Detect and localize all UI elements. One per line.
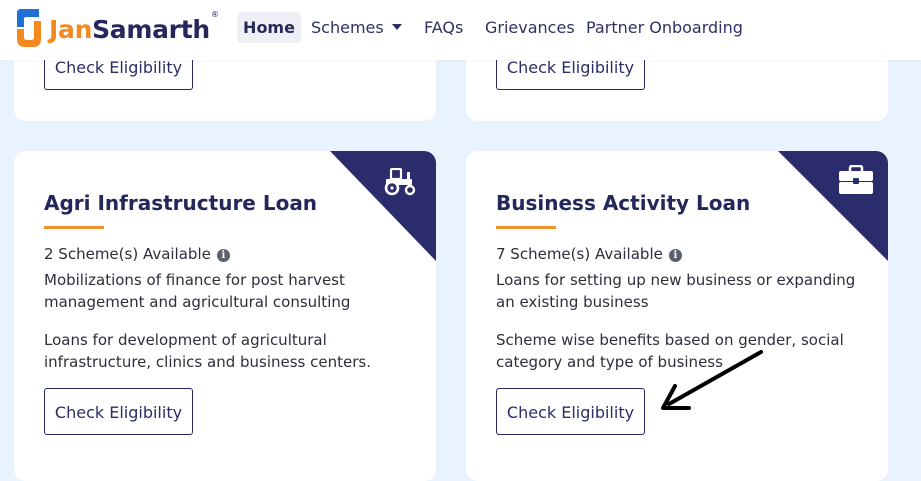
nav-grievances[interactable]: Grievances bbox=[485, 12, 575, 43]
check-eligibility-button[interactable]: Check Eligibility bbox=[496, 388, 645, 435]
card-title: Business Activity Loan bbox=[496, 191, 751, 215]
brand-name-part2: Samarth bbox=[92, 15, 210, 44]
nav-schemes-label: Schemes bbox=[311, 18, 384, 37]
schemes-available: 2 Scheme(s) Available i bbox=[44, 245, 230, 263]
nav-faqs[interactable]: FAQs bbox=[424, 12, 463, 43]
card-description: Mobilizations of finance for post harves… bbox=[44, 271, 351, 311]
loan-card-business-activity: Business Activity Loan 7 Scheme(s) Avail… bbox=[466, 151, 888, 481]
chevron-down-icon bbox=[391, 24, 402, 30]
schemes-available: 7 Scheme(s) Available i bbox=[496, 245, 682, 263]
loan-card-agri-infrastructure: Agri Infrastructure Loan 2 Scheme(s) Ava… bbox=[14, 151, 436, 481]
check-eligibility-button[interactable]: Check Eligibility bbox=[44, 388, 193, 435]
card-description-secondary: Loans for development of agricultural in… bbox=[44, 331, 371, 371]
tractor-icon bbox=[384, 168, 416, 196]
registered-mark: ® bbox=[210, 9, 219, 19]
info-icon[interactable]: i bbox=[216, 249, 230, 262]
logo-mark-icon bbox=[17, 9, 41, 47]
top-navbar: JanSamarth® Home Schemes FAQs Grievances… bbox=[0, 0, 921, 60]
schemes-available-text: 2 Scheme(s) Available bbox=[44, 245, 211, 263]
nav-home[interactable]: Home bbox=[237, 12, 301, 43]
nav-schemes[interactable]: Schemes bbox=[311, 12, 402, 43]
schemes-available-text: 7 Scheme(s) Available bbox=[496, 245, 663, 263]
title-underline bbox=[496, 226, 556, 229]
brand-name-part1: Jan bbox=[49, 15, 93, 44]
card-description: Loans for setting up new business or exp… bbox=[496, 271, 856, 311]
nav-partner-onboarding[interactable]: Partner Onboarding bbox=[586, 12, 743, 43]
brand-logo[interactable]: JanSamarth® bbox=[13, 7, 219, 51]
info-icon[interactable]: i bbox=[668, 249, 682, 262]
title-underline bbox=[44, 226, 104, 229]
card-title: Agri Infrastructure Loan bbox=[44, 191, 318, 215]
brand-name: JanSamarth® bbox=[49, 10, 219, 44]
briefcase-icon bbox=[839, 165, 873, 194]
annotation-arrow-icon bbox=[661, 350, 763, 410]
